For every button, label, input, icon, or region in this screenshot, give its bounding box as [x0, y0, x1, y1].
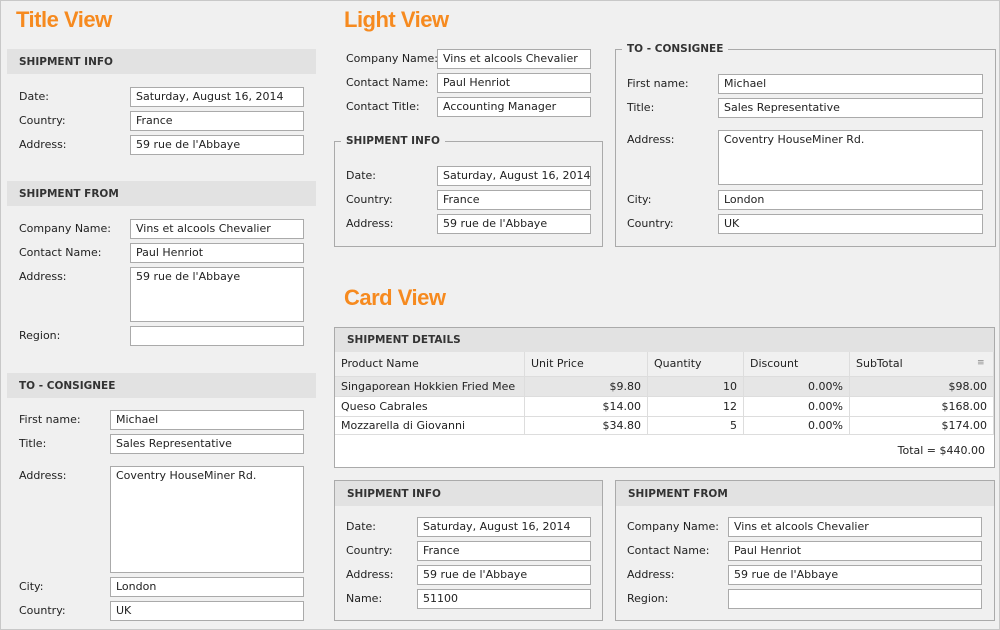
field-input[interactable]: Accounting Manager	[437, 97, 591, 117]
field-label: First name:	[627, 77, 689, 90]
card-view-heading: Card View	[344, 285, 446, 310]
field-label: Address:	[19, 469, 67, 482]
column-header[interactable]: Unit Price	[525, 352, 648, 377]
field-input[interactable]: Paul Henriot	[728, 541, 982, 561]
total-summary: Total = $440.00	[897, 444, 985, 457]
field-label: Title:	[19, 437, 47, 450]
title-view-heading: Title View	[16, 7, 112, 32]
field-label: Address:	[627, 568, 675, 581]
field-label: Contact Title:	[346, 100, 420, 113]
field-input[interactable]: Vins et alcools Chevalier	[437, 49, 591, 69]
field-input[interactable]: 59 rue de l'Abbaye	[130, 135, 304, 155]
field-label: Country:	[346, 193, 393, 206]
field-input[interactable]: London	[110, 577, 304, 597]
field-input[interactable]: UK	[110, 601, 304, 621]
field-input[interactable]: Vins et alcools Chevalier	[130, 219, 304, 239]
field-label: Company Name:	[627, 520, 719, 533]
field-label: Title:	[627, 101, 655, 114]
grid-cell[interactable]: $98.00	[850, 377, 994, 397]
field-label: Country:	[346, 544, 393, 557]
field-input[interactable]: Saturday, August 16, 2014	[130, 87, 304, 107]
grid-cell[interactable]: $9.80	[525, 377, 648, 397]
grid-cell[interactable]: $168.00	[850, 397, 994, 417]
field-label: Address:	[346, 217, 394, 230]
shipment-info-card-header: SHIPMENT INFO	[335, 481, 602, 506]
shipment-info-group-title: SHIPMENT INFO	[341, 135, 445, 147]
field-input[interactable]: London	[718, 190, 983, 210]
column-chooser-icon[interactable]: ≡	[977, 358, 985, 368]
column-header[interactable]: Discount	[744, 352, 850, 377]
field-label: Region:	[627, 592, 669, 605]
grid-cell[interactable]: 0.00%	[744, 416, 850, 435]
grid-cell[interactable]: $14.00	[525, 397, 648, 417]
column-header[interactable]: SubTotal	[850, 352, 994, 377]
column-header[interactable]: Quantity	[648, 352, 744, 377]
shipment-info-header: SHIPMENT INFO	[7, 49, 316, 74]
field-input[interactable]: 59 rue de l'Abbaye	[728, 565, 982, 585]
grid-cell[interactable]: Queso Cabrales	[335, 397, 525, 417]
field-label: Contact Name:	[627, 544, 710, 557]
grid-cell[interactable]: 0.00%	[744, 377, 850, 397]
grid-cell[interactable]: $34.80	[525, 416, 648, 435]
to-consignee-header: TO - CONSIGNEE	[7, 373, 316, 398]
field-input[interactable]: Vins et alcools Chevalier	[728, 517, 982, 537]
field-input[interactable]	[130, 326, 304, 346]
field-label: Company Name:	[346, 52, 438, 65]
grid-cell[interactable]: 0.00%	[744, 397, 850, 417]
field-label: Date:	[346, 520, 376, 533]
field-input[interactable]: Coventry HouseMiner Rd.	[718, 130, 983, 185]
field-label: Contact Name:	[346, 76, 429, 89]
field-label: Address:	[19, 270, 67, 283]
shipment-details-header: SHIPMENT DETAILS	[335, 328, 994, 352]
light-view-heading: Light View	[344, 7, 449, 32]
field-input[interactable]: Paul Henriot	[437, 73, 591, 93]
field-input[interactable]: 51100	[417, 589, 591, 609]
field-label: Country:	[19, 114, 66, 127]
shipment-from-header: SHIPMENT FROM	[7, 181, 316, 206]
grid-cell[interactable]: Mozzarella di Giovanni	[335, 416, 525, 435]
field-label: Contact Name:	[19, 246, 102, 259]
grid-cell[interactable]: 5	[648, 416, 744, 435]
field-label: Address:	[346, 568, 394, 581]
field-input[interactable]: Michael	[110, 410, 304, 430]
field-label: City:	[19, 580, 44, 593]
grid-cell[interactable]: 10	[648, 377, 744, 397]
field-input[interactable]: Saturday, August 16, 2014	[417, 517, 591, 537]
field-input[interactable]: France	[130, 111, 304, 131]
field-label: Region:	[19, 329, 61, 342]
field-input[interactable]: Coventry HouseMiner Rd.	[110, 466, 304, 573]
field-label: Address:	[627, 133, 675, 146]
field-input[interactable]: 59 rue de l'Abbaye	[437, 214, 591, 234]
field-label: Country:	[627, 217, 674, 230]
field-input[interactable]: UK	[718, 214, 983, 234]
field-input[interactable]: 59 rue de l'Abbaye	[130, 267, 304, 322]
field-input[interactable]: 59 rue de l'Abbaye	[417, 565, 591, 585]
field-input[interactable]	[728, 589, 982, 609]
field-label: Name:	[346, 592, 383, 605]
field-label: First name:	[19, 413, 81, 426]
field-label: Company Name:	[19, 222, 111, 235]
field-input[interactable]: Paul Henriot	[130, 243, 304, 263]
to-consignee-group-title: TO - CONSIGNEE	[622, 43, 729, 55]
field-input[interactable]: Sales Representative	[110, 434, 304, 454]
field-label: Date:	[346, 169, 376, 182]
shipment-from-card-header: SHIPMENT FROM	[616, 481, 994, 506]
field-input[interactable]: France	[417, 541, 591, 561]
field-input[interactable]: Saturday, August 16, 2014	[437, 166, 591, 186]
field-label: City:	[627, 193, 652, 206]
grid-cell[interactable]: Singaporean Hokkien Fried Mee	[335, 377, 525, 397]
grid-cell[interactable]: $174.00	[850, 416, 994, 435]
field-input[interactable]: France	[437, 190, 591, 210]
field-label: Country:	[19, 604, 66, 617]
column-header[interactable]: Product Name	[335, 352, 525, 377]
grid-cell[interactable]: 12	[648, 397, 744, 417]
field-label: Address:	[19, 138, 67, 151]
field-input[interactable]: Michael	[718, 74, 983, 94]
field-label: Date:	[19, 90, 49, 103]
field-input[interactable]: Sales Representative	[718, 98, 983, 118]
